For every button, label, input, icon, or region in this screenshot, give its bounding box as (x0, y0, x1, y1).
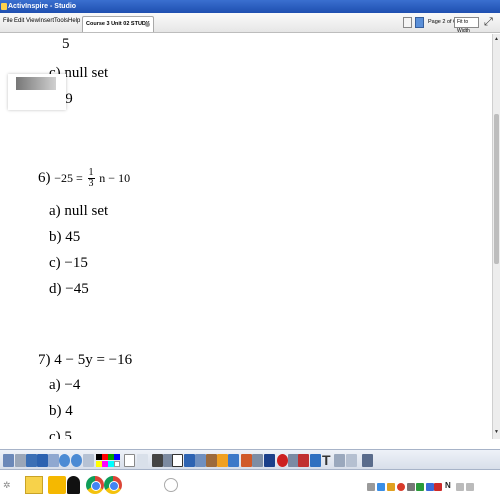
menu-view[interactable]: View (26, 18, 39, 24)
problem-6-answer-b: b) 45 (49, 229, 81, 245)
menu-file[interactable]: File (3, 18, 13, 24)
menu-help[interactable]: Help (68, 18, 80, 24)
next-page-icon[interactable] (71, 454, 82, 467)
problem-7: 7) 4 − 5y = −16 (38, 352, 133, 368)
new-flipchart-icon[interactable] (26, 454, 37, 467)
start-icon[interactable]: ✲ (3, 480, 11, 491)
scroll-thumb[interactable] (494, 114, 499, 264)
tray-icon-7[interactable] (426, 483, 434, 491)
problem-6-rhs: n − 10 (99, 170, 131, 185)
problem-6-lhs: −25 = (54, 170, 83, 185)
problem-7-answer-a: a) −4 (49, 377, 81, 393)
page-reset-icon[interactable] (83, 454, 94, 467)
record-icon[interactable] (277, 454, 288, 467)
tray-icon-3[interactable] (387, 483, 395, 491)
problem-7-answer-c: c) 5 (49, 429, 72, 439)
fraction-denominator: 3 (88, 178, 94, 189)
eraser-icon[interactable] (228, 454, 239, 467)
fill-tool-icon[interactable] (217, 454, 228, 467)
volume-icon[interactable] (466, 483, 474, 491)
zoom-select[interactable]: Fit to Width (454, 17, 479, 34)
problem-6-answer-c: c) −15 (49, 255, 88, 271)
partial-answer: 5 (62, 36, 70, 52)
network-icon[interactable] (456, 483, 464, 491)
tray-onenote-icon[interactable]: N (445, 481, 451, 490)
redo-icon[interactable] (310, 454, 321, 467)
scroll-up-arrow-icon[interactable]: ▲ (493, 35, 500, 44)
vertical-scrollbar[interactable]: ▲ ▼ (492, 34, 500, 439)
floating-thumbnail[interactable] (8, 74, 66, 110)
tray-icon-8[interactable] (434, 483, 442, 491)
revealer-icon[interactable] (252, 454, 263, 467)
chrome-icon-2[interactable] (104, 476, 122, 494)
tray-icon-4[interactable] (397, 483, 405, 491)
toolbox-settings-icon[interactable] (15, 454, 26, 467)
spotlight-icon[interactable] (264, 454, 275, 467)
select-arrow-icon[interactable] (152, 454, 163, 467)
color-swatch-white[interactable] (114, 461, 120, 467)
window-title: ActivInspire - Studio (8, 3, 77, 10)
undo-icon[interactable] (298, 454, 309, 467)
highlighter-icon[interactable] (184, 454, 195, 467)
main-menu-icon[interactable] (3, 454, 14, 467)
page-indicator: Page 2 of 6 (428, 19, 457, 25)
menu-bar: File Edit View Insert Tools Help Course … (0, 13, 500, 41)
previous-page-icon[interactable] (59, 454, 70, 467)
page-view-icon[interactable] (415, 17, 424, 28)
resource-library-icon[interactable] (346, 454, 357, 467)
pen-width-icon[interactable] (124, 454, 135, 467)
text-tool-icon[interactable]: T (322, 452, 331, 468)
pen-width-slider[interactable] (137, 454, 148, 467)
menu-edit[interactable]: Edit (14, 18, 24, 24)
problem-6: 6) −25 = 1 3 n − 10 (38, 168, 130, 189)
activinspire-app-icon (1, 3, 7, 10)
color-swatch-blue[interactable] (114, 454, 120, 460)
folder-icon[interactable] (48, 476, 66, 494)
taskbar: ✲ N (0, 472, 500, 500)
pinned-app-icon[interactable] (164, 478, 178, 492)
problem-6-fraction: 1 3 (87, 168, 95, 189)
page-browser-icon[interactable] (403, 17, 412, 28)
tab-close-icon[interactable] (145, 22, 150, 27)
save-icon[interactable] (48, 454, 59, 467)
chrome-icon[interactable] (86, 476, 104, 494)
problem-6-answer-d: d) −45 (49, 281, 89, 297)
tray-icon-6[interactable] (416, 483, 424, 491)
tray-icon-1[interactable] (367, 483, 375, 491)
menu-insert[interactable]: Insert (39, 18, 54, 24)
thumbnail-gradient (16, 77, 56, 90)
pen-tool-icon[interactable] (172, 454, 183, 467)
main-toolbox: T (0, 449, 500, 470)
marker-icon[interactable] (206, 454, 217, 467)
connector-icon[interactable] (241, 454, 252, 467)
open-flipchart-icon[interactable] (37, 454, 48, 467)
tray-icon-2[interactable] (377, 483, 385, 491)
window-title-bar: ActivInspire - Studio (0, 0, 500, 13)
tray-icon-5[interactable] (407, 483, 415, 491)
flipchart-tab[interactable]: Course 3 Unit 02 STUDY G* (82, 16, 154, 41)
explorer-icon[interactable] (25, 476, 43, 494)
collapse-toolbox-icon[interactable] (362, 454, 373, 467)
problem-7-answer-b: b) 4 (49, 403, 73, 419)
problem-6-answer-a: a) null set (49, 203, 109, 219)
clear-icon[interactable] (334, 454, 345, 467)
activinspire-taskbar-icon[interactable] (67, 476, 80, 494)
menu-tools[interactable]: Tools (54, 18, 68, 24)
fullscreen-icon[interactable]: ⤢ (484, 16, 493, 28)
flipchart-page[interactable]: 5 c) null set d) 9 6) −25 = 1 3 n − 10 a… (0, 34, 492, 439)
problem-6-number: 6) (38, 169, 51, 186)
scroll-down-arrow-icon[interactable]: ▼ (493, 428, 500, 437)
magic-ink-icon[interactable] (195, 454, 206, 467)
